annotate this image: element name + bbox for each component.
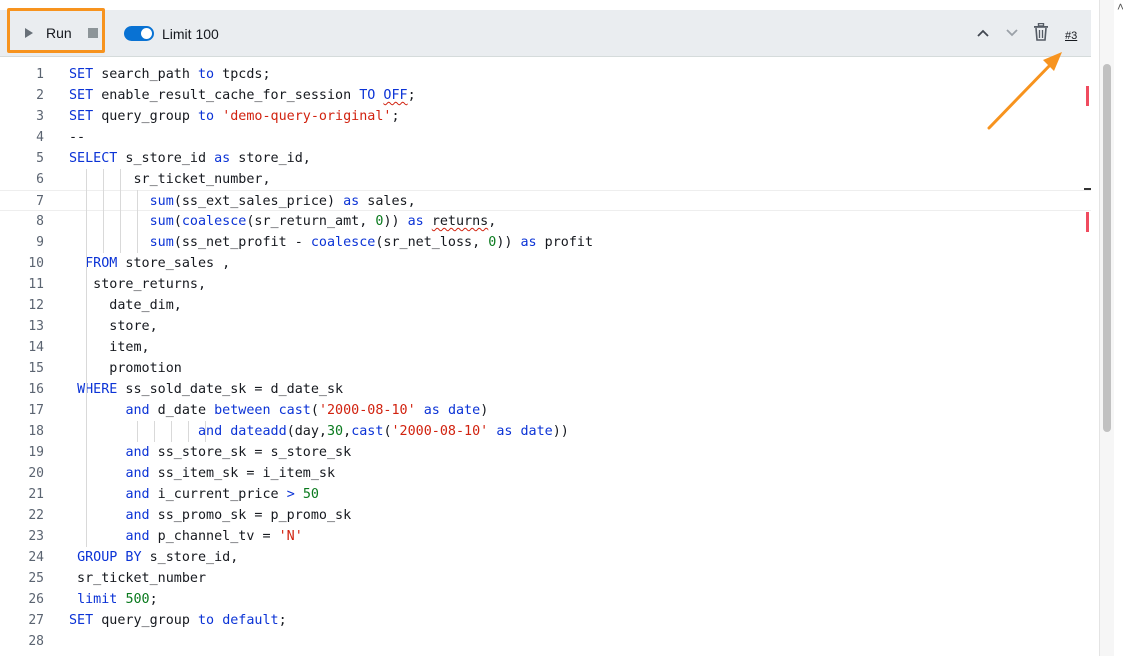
annotation-arrow <box>987 52 1062 130</box>
